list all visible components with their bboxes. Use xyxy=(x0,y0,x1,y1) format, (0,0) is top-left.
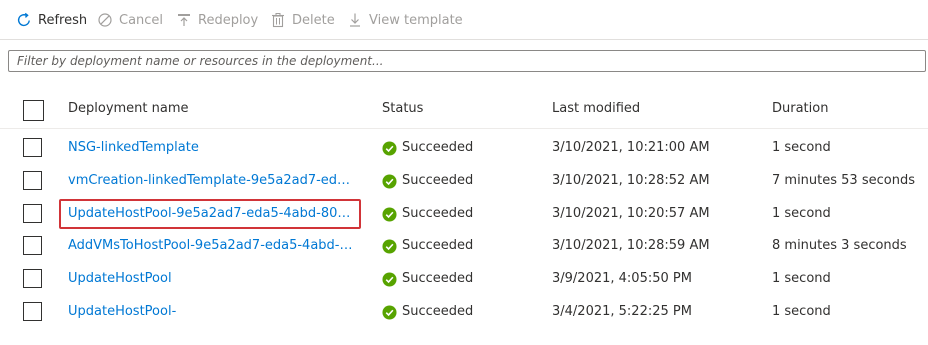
status-text: Succeeded xyxy=(402,140,474,155)
table-row[interactable]: NSG-linkedTemplate Succeeded 3/10/2021, … xyxy=(0,131,928,164)
status-text: Succeeded xyxy=(402,173,474,188)
table-row[interactable]: UpdateHostPool-9e5a2ad7-eda5-4abd-8041-2… xyxy=(0,197,928,230)
last-modified-cell: 3/10/2021, 10:28:52 AM xyxy=(552,173,710,188)
table-row[interactable]: UpdateHostPool- Succeeded 3/4/2021, 5:22… xyxy=(0,295,928,328)
cancel-icon xyxy=(97,12,113,28)
status-text: Succeeded xyxy=(402,206,474,221)
table-row[interactable]: UpdateHostPool Succeeded 3/9/2021, 4:05:… xyxy=(0,262,928,295)
download-icon xyxy=(347,12,363,28)
select-all-checkbox[interactable] xyxy=(23,100,44,121)
column-header-name[interactable]: Deployment name xyxy=(68,101,364,117)
success-check-icon xyxy=(382,173,397,189)
last-modified-cell: 3/10/2021, 10:21:00 AM xyxy=(552,140,710,155)
column-header-status[interactable]: Status xyxy=(382,101,542,117)
success-check-icon xyxy=(382,140,397,156)
deployment-name-link[interactable]: vmCreation-linkedTemplate-9e5a2ad7-eda5-… xyxy=(68,173,356,189)
row-checkbox[interactable] xyxy=(23,269,42,288)
row-checkbox[interactable] xyxy=(23,204,42,223)
success-check-icon xyxy=(382,238,397,254)
row-checkbox[interactable] xyxy=(23,236,42,255)
redeploy-button[interactable]: Redeploy xyxy=(176,10,258,30)
row-checkbox[interactable] xyxy=(23,171,42,190)
status-text: Succeeded xyxy=(402,271,474,286)
deployment-name-link[interactable]: NSG-linkedTemplate xyxy=(68,140,364,156)
delete-label: Delete xyxy=(292,12,335,28)
last-modified-cell: 3/10/2021, 10:20:57 AM xyxy=(552,206,710,221)
row-checkbox[interactable] xyxy=(23,138,42,157)
table-row[interactable]: vmCreation-linkedTemplate-9e5a2ad7-eda5-… xyxy=(0,164,928,197)
deployment-name-link[interactable]: AddVMsToHostPool-9e5a2ad7-eda5-4abd-8041… xyxy=(68,238,360,254)
column-header-duration[interactable]: Duration xyxy=(772,101,922,117)
duration-cell: 7 minutes 53 seconds xyxy=(772,173,915,188)
duration-cell: 1 second xyxy=(772,304,831,319)
row-checkbox[interactable] xyxy=(23,302,42,321)
deployment-name-link[interactable]: UpdateHostPool-9e5a2ad7-eda5-4abd-8041-2… xyxy=(68,206,358,222)
grid-header: Deployment name Status Last modified Dur… xyxy=(0,90,928,128)
status-cell: Succeeded xyxy=(382,304,542,320)
redeploy-label: Redeploy xyxy=(198,12,259,28)
success-check-icon xyxy=(382,206,397,222)
refresh-label: Refresh xyxy=(38,12,88,28)
redeploy-icon xyxy=(176,12,192,28)
delete-button[interactable]: Delete xyxy=(270,10,335,30)
status-cell: Succeeded xyxy=(382,238,542,254)
deployment-name-link[interactable]: UpdateHostPool- xyxy=(68,304,364,320)
status-text: Succeeded xyxy=(402,238,474,253)
duration-cell: 1 second xyxy=(772,206,831,221)
refresh-icon xyxy=(16,12,32,28)
status-cell: Succeeded xyxy=(382,140,542,156)
filter-input[interactable] xyxy=(8,50,926,72)
deployment-name-link[interactable]: UpdateHostPool xyxy=(68,271,364,287)
cancel-label: Cancel xyxy=(119,12,164,28)
duration-cell: 1 second xyxy=(772,140,831,155)
refresh-button[interactable]: Refresh xyxy=(16,10,87,30)
status-cell: Succeeded xyxy=(382,271,542,287)
header-divider xyxy=(0,128,928,129)
success-check-icon xyxy=(382,271,397,287)
column-header-last-modified[interactable]: Last modified xyxy=(552,101,762,117)
last-modified-cell: 3/10/2021, 10:28:59 AM xyxy=(552,238,710,253)
duration-cell: 1 second xyxy=(772,271,831,286)
status-cell: Succeeded xyxy=(382,173,542,189)
trash-icon xyxy=(270,12,286,28)
last-modified-cell: 3/4/2021, 5:22:25 PM xyxy=(552,304,692,319)
duration-cell: 8 minutes 3 seconds xyxy=(772,238,907,253)
command-bar: Refresh Cancel Redeploy Delete View temp… xyxy=(0,0,928,40)
status-text: Succeeded xyxy=(402,304,474,319)
status-cell: Succeeded xyxy=(382,206,542,222)
success-check-icon xyxy=(382,304,397,320)
last-modified-cell: 3/9/2021, 4:05:50 PM xyxy=(552,271,692,286)
cancel-button[interactable]: Cancel xyxy=(97,10,163,30)
view-template-label: View template xyxy=(369,12,463,28)
view-template-button[interactable]: View template xyxy=(347,10,463,30)
table-row[interactable]: AddVMsToHostPool-9e5a2ad7-eda5-4abd-8041… xyxy=(0,229,928,262)
